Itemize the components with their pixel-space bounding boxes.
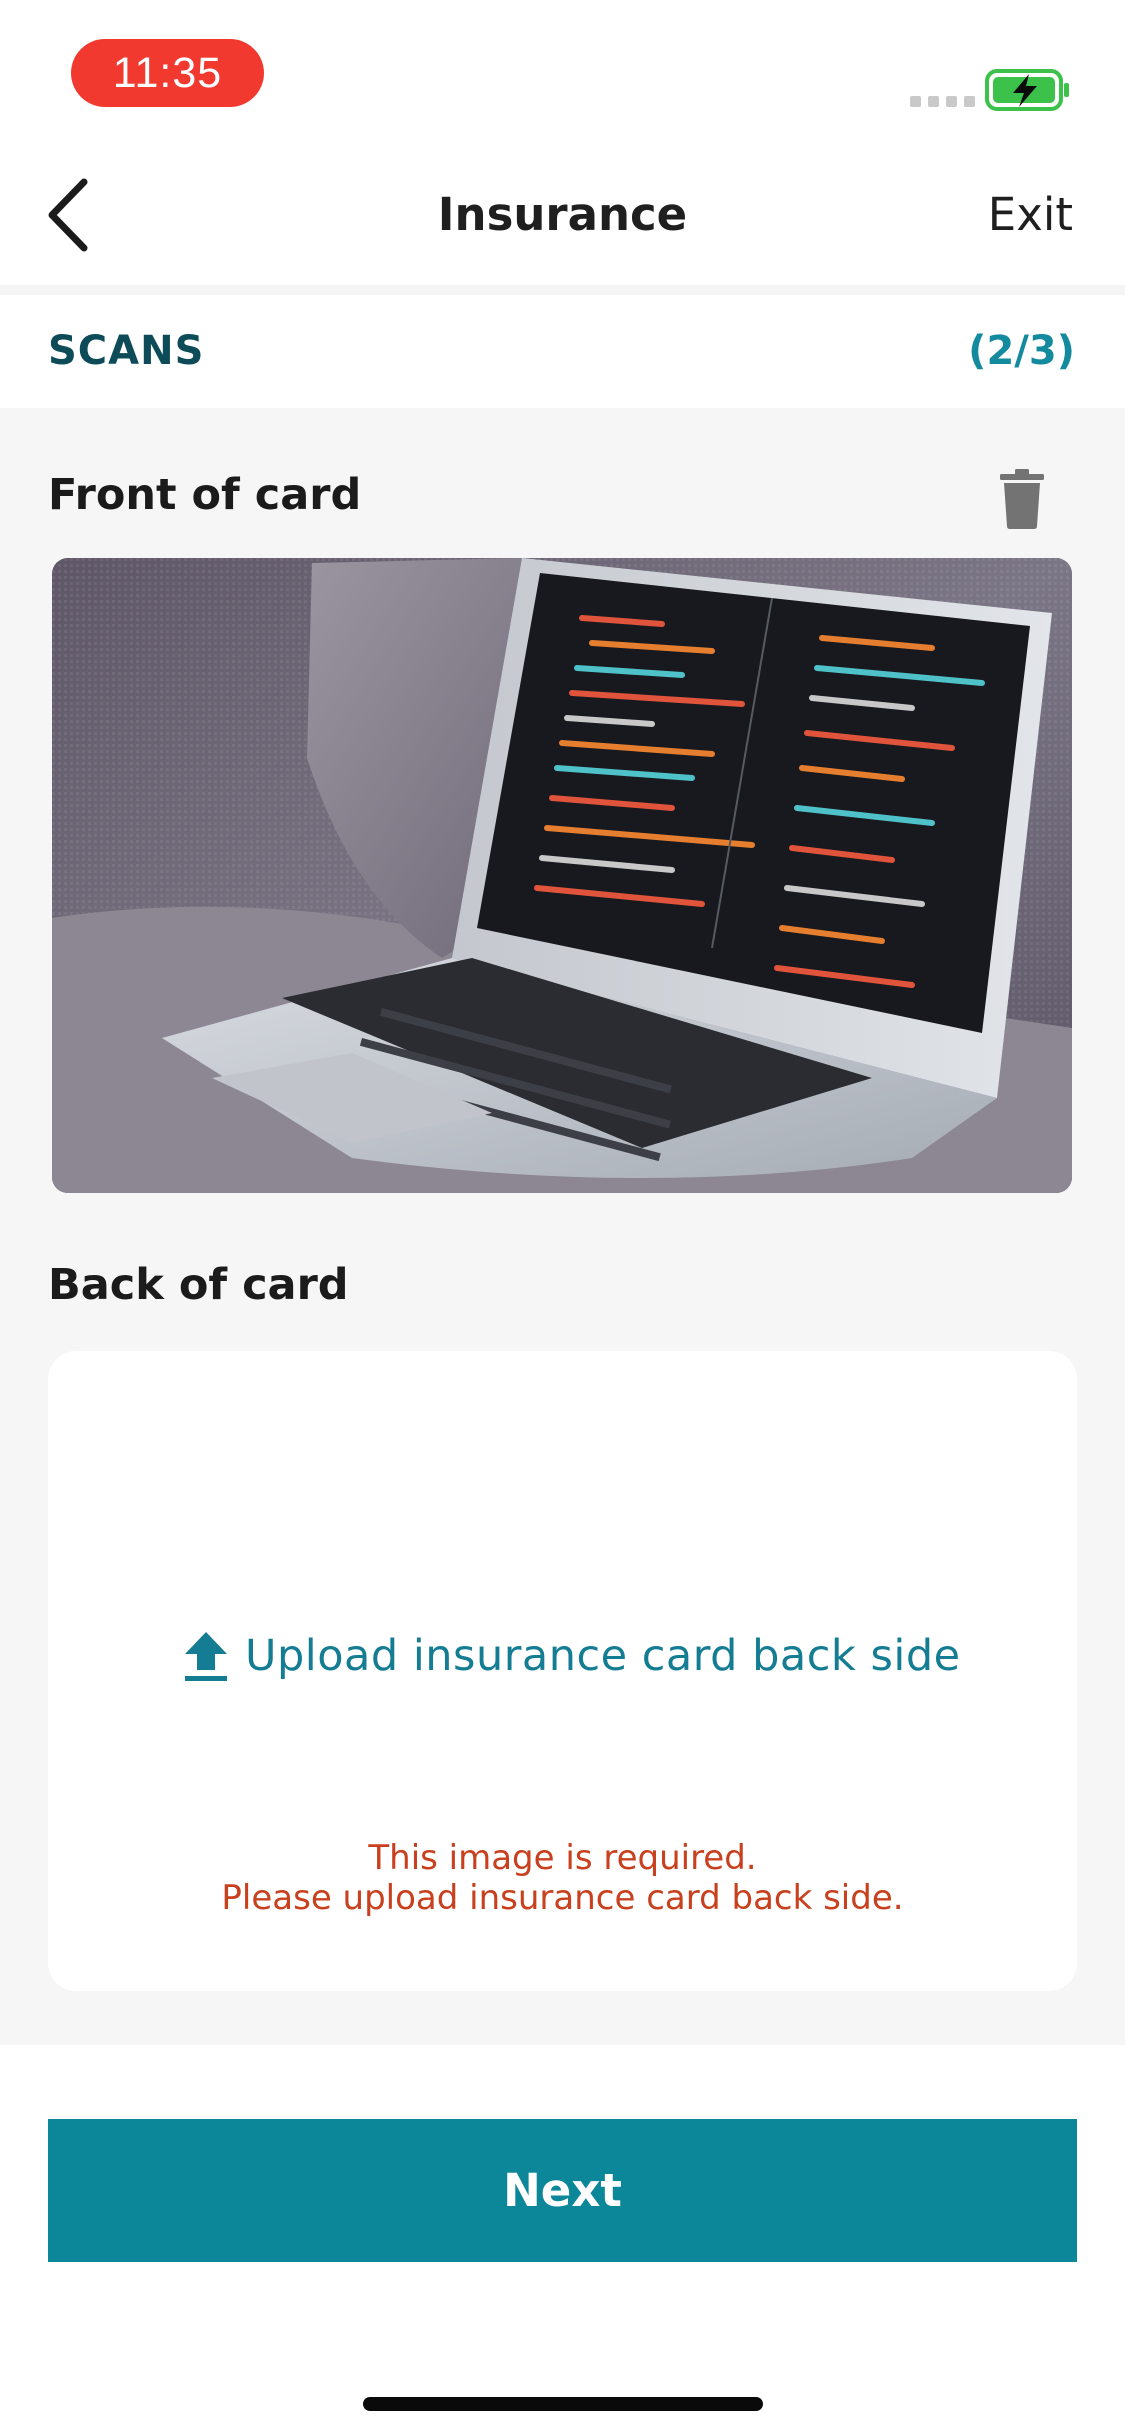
upload-icon xyxy=(185,1632,227,1681)
nav-bar: Insurance Exit xyxy=(0,145,1125,285)
status-time: 11:35 xyxy=(71,39,264,107)
scans-label: SCANS xyxy=(48,328,205,374)
divider xyxy=(0,285,1125,295)
cellular-signal-icon xyxy=(910,96,975,107)
upload-back-button[interactable]: Upload insurance card back side xyxy=(183,1626,961,1686)
status-bar: 11:35 xyxy=(0,0,1125,145)
chevron-left-icon xyxy=(48,178,88,252)
footer: Next xyxy=(0,2045,1125,2436)
upload-label: Upload insurance card back side xyxy=(245,1631,961,1681)
home-indicator[interactable] xyxy=(363,2397,763,2411)
next-button[interactable]: Next xyxy=(48,2119,1077,2262)
back-card-upload-area[interactable]: Upload insurance card back side This ima… xyxy=(48,1351,1077,1991)
error-message-line1: This image is required. xyxy=(368,1838,757,1878)
back-of-card-title: Back of card xyxy=(48,1260,349,1310)
front-card-image[interactable] xyxy=(52,558,1072,1193)
scans-header: SCANS (2/3) xyxy=(0,295,1125,408)
back-button[interactable] xyxy=(40,172,100,258)
page-title: Insurance xyxy=(437,188,688,241)
scan-content: Front of card Back of card Upload insura… xyxy=(0,408,1125,2045)
scans-count: (2/3) xyxy=(968,328,1075,374)
trash-icon xyxy=(1000,469,1044,529)
laptop-photo xyxy=(52,558,1072,1193)
delete-front-button[interactable] xyxy=(996,468,1048,530)
error-message-line2: Please upload insurance card back side. xyxy=(221,1878,904,1918)
exit-button[interactable]: Exit xyxy=(988,145,1073,285)
front-of-card-title: Front of card xyxy=(48,470,362,520)
battery-charging-icon xyxy=(985,69,1069,111)
